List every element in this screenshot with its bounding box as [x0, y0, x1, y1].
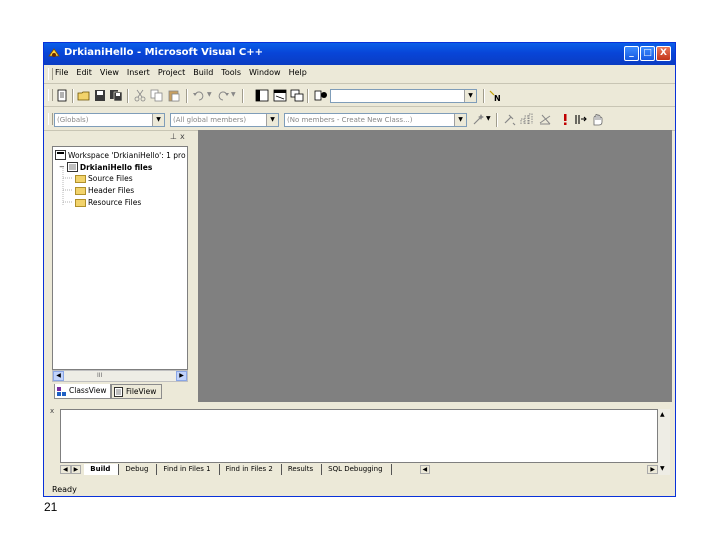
dock-button[interactable]: ⊥: [170, 132, 177, 141]
tab-scroll-left-icon[interactable]: ◀: [60, 464, 71, 474]
copy-icon[interactable]: [150, 89, 164, 102]
toolbar-separator: [483, 89, 485, 103]
find-combo[interactable]: ▼: [330, 89, 477, 103]
cut-icon[interactable]: [133, 89, 147, 102]
slide-number: 21: [44, 500, 58, 514]
menu-file[interactable]: File: [54, 68, 69, 77]
save-all-icon[interactable]: [109, 89, 123, 102]
undo-icon[interactable]: [192, 89, 206, 102]
toolbar-separator: [242, 89, 244, 103]
workspace-icon[interactable]: [255, 89, 269, 102]
scroll-thumb[interactable]: III: [97, 372, 102, 379]
output-icon[interactable]: [273, 89, 287, 102]
scroll-right-icon[interactable]: ▶: [176, 371, 187, 381]
scroll-up-icon[interactable]: ▲: [660, 411, 665, 418]
workspace-tabs: ClassView FileView: [52, 384, 190, 400]
search-combo-icon[interactable]: N: [488, 89, 502, 102]
output-pane: x ▲ ▼ ◀ ▶ Build Debug Find in Files 1 Fi…: [50, 407, 671, 483]
output-text-area[interactable]: [60, 409, 658, 463]
wizard-dropdown-icon[interactable]: ▼: [486, 115, 491, 122]
compile-icon[interactable]: [503, 113, 517, 126]
menu-edit[interactable]: Edit: [75, 68, 93, 77]
output-tabs: ◀ ▶ Build Debug Find in Files 1 Find in …: [60, 463, 658, 475]
tab-sql-debugging[interactable]: SQL Debugging: [322, 463, 392, 475]
menu-tools[interactable]: Tools: [220, 68, 242, 77]
save-icon[interactable]: [93, 89, 107, 102]
chevron-down-icon[interactable]: ▼: [464, 90, 476, 102]
open-icon[interactable]: [77, 89, 91, 102]
toolbar-separator: [72, 89, 74, 103]
close-output-icon[interactable]: x: [50, 407, 54, 415]
workspace-tree: Workspace 'DrkianiHello': 1 pro − Drkian…: [52, 146, 188, 370]
tab-find-in-files-2[interactable]: Find in Files 2: [220, 463, 282, 475]
stop-build-icon[interactable]: [538, 113, 552, 126]
go-icon[interactable]: [574, 113, 588, 126]
tab-results[interactable]: Results: [282, 463, 323, 475]
menu-items: File Edit View Insert Project Build Tool…: [54, 68, 308, 77]
workspace-header: ⊥ x: [52, 132, 190, 144]
close-pane-button[interactable]: x: [180, 132, 185, 141]
svg-text:N: N: [494, 94, 501, 102]
wizard-toolbar: (Globals) ▼ (All global members) ▼ (No m…: [44, 108, 675, 131]
find-in-files-icon[interactable]: [314, 89, 328, 102]
new-text-file-icon[interactable]: [55, 89, 69, 102]
toolbar-separator: [186, 89, 188, 103]
close-button[interactable]: X: [656, 46, 671, 61]
status-bar: Ready: [52, 485, 77, 494]
execute-icon[interactable]: [558, 113, 572, 126]
tab-fileview[interactable]: FileView: [111, 384, 162, 399]
fileview-icon: [114, 387, 123, 397]
menu-window[interactable]: Window: [248, 68, 282, 77]
tree-connector-lines: [62, 166, 73, 206]
menu-bar: File Edit View Insert Project Build Tool…: [44, 65, 675, 84]
output-vertical-scrollbar[interactable]: ▲ ▼: [658, 409, 670, 475]
app-icon: [48, 48, 60, 57]
redo-icon[interactable]: [216, 89, 230, 102]
tab-build[interactable]: Build: [84, 463, 120, 475]
ide-window: DrkianiHello - Microsoft Visual C++ _ □ …: [43, 42, 676, 497]
hscroll-left-icon[interactable]: ◀: [419, 464, 431, 474]
title-bar[interactable]: DrkianiHello - Microsoft Visual C++ _ □ …: [44, 43, 675, 65]
classview-icon: [57, 387, 66, 396]
redo-dropdown-icon[interactable]: ▼: [231, 91, 236, 98]
hscroll-right-icon[interactable]: ▶: [647, 464, 658, 474]
menu-build[interactable]: Build: [192, 68, 214, 77]
chevron-down-icon[interactable]: ▼: [152, 114, 164, 126]
menu-help[interactable]: Help: [288, 68, 308, 77]
breakpoint-icon[interactable]: [591, 113, 605, 126]
editor-area[interactable]: [198, 130, 672, 402]
window-list-icon[interactable]: [290, 89, 304, 102]
toolbar-separator: [496, 113, 498, 127]
menu-insert[interactable]: Insert: [126, 68, 151, 77]
class-combo[interactable]: (Globals) ▼: [54, 113, 165, 127]
chevron-down-icon[interactable]: ▼: [266, 114, 278, 126]
undo-dropdown-icon[interactable]: ▼: [207, 91, 212, 98]
menubar-grip[interactable]: [48, 68, 53, 80]
workspace-horizontal-scrollbar[interactable]: ◀ III ▶: [52, 370, 188, 382]
maximize-button[interactable]: □: [640, 46, 655, 61]
build-icon[interactable]: [520, 113, 534, 126]
minimize-button[interactable]: _: [624, 46, 639, 61]
scroll-left-icon[interactable]: ◀: [53, 371, 64, 381]
wizard-action-icon[interactable]: [472, 113, 486, 126]
toolbar-separator: [307, 89, 309, 103]
window-title: DrkianiHello - Microsoft Visual C++: [64, 47, 263, 58]
standard-toolbar: ▼ ▼ ▼ N: [44, 84, 675, 107]
toolbar-grip[interactable]: [48, 113, 53, 125]
tab-scroll-right-icon[interactable]: ▶: [70, 464, 82, 474]
toolbar-separator: [127, 89, 129, 103]
tab-classview[interactable]: ClassView: [54, 384, 111, 399]
chevron-down-icon[interactable]: ▼: [454, 114, 466, 126]
filter-combo[interactable]: (All global members) ▼: [170, 113, 279, 127]
tab-debug[interactable]: Debug: [119, 463, 158, 475]
paste-icon[interactable]: [167, 89, 181, 102]
workspace-pane: ⊥ x Workspace 'DrkianiHello': 1 pro − Dr…: [52, 132, 190, 402]
scroll-down-icon[interactable]: ▼: [660, 465, 665, 472]
tab-find-in-files-1[interactable]: Find in Files 1: [157, 463, 220, 475]
members-combo[interactable]: (No members - Create New Class...) ▼: [284, 113, 467, 127]
toolbar-grip[interactable]: [48, 89, 53, 101]
menu-project[interactable]: Project: [157, 68, 186, 77]
menu-view[interactable]: View: [99, 68, 120, 77]
